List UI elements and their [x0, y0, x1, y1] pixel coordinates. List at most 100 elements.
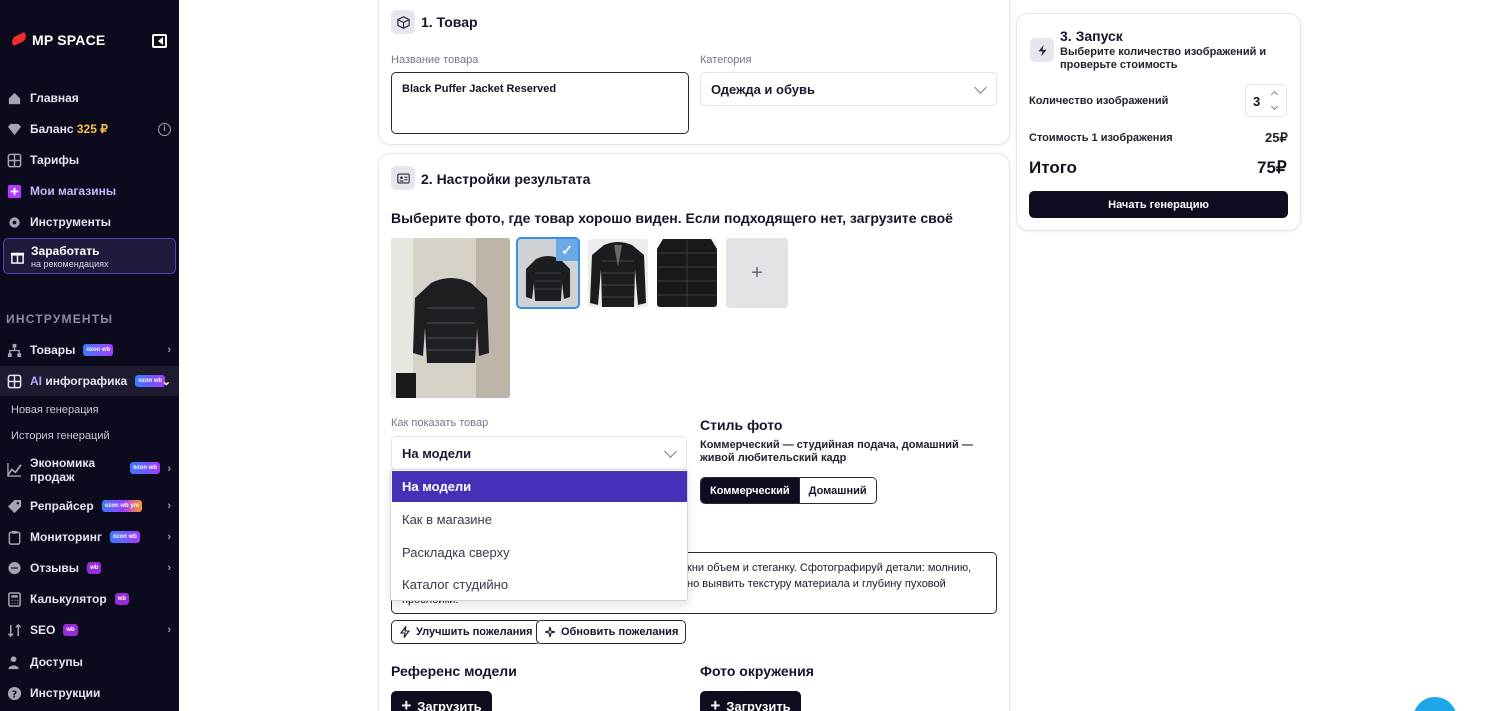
marketplace-badge: ozon wb ym [101, 500, 143, 512]
product-name-field[interactable]: Black Puffer Jacket Reserved [391, 72, 689, 134]
dropdown-option[interactable]: Раскладка сверху [392, 537, 687, 568]
sidebar-subitem-history[interactable]: История генераций [11, 430, 110, 442]
plus-icon: + [710, 696, 721, 711]
result-card-title: 2. Настройки результата [421, 171, 591, 187]
launch-card-title: 3. Запуск [1060, 28, 1123, 44]
sidebar-item-my-stores[interactable]: Мои магазины [7, 181, 175, 201]
sidebar-item-label: Доступы [30, 655, 83, 669]
earn-recommendations-button[interactable]: Заработать на рекомендациях [3, 238, 176, 274]
show-mode-dropdown: На модели Как в магазине Раскладка сверх… [390, 469, 688, 601]
sidebar-item-instructions[interactable]: ? Инструкции [7, 683, 175, 703]
upload-model-button[interactable]: + Загрузить [391, 691, 492, 711]
launch-subtitle: Выберите количество изображений и провер… [1060, 46, 1267, 71]
logo[interactable]: MP SPACE [9, 32, 105, 48]
qty-stepper[interactable]: 3 [1245, 84, 1287, 117]
improve-wishes-button[interactable]: Улучшить пожелания [391, 620, 541, 644]
sidebar-item-tools[interactable]: Инструменты [7, 212, 175, 232]
diamond-icon [7, 122, 22, 137]
home-icon [7, 91, 22, 106]
sidebar-subitem-new-generation[interactable]: Новая генерация [11, 404, 99, 416]
photo-image [657, 239, 717, 307]
support-chat-button[interactable] [1413, 697, 1457, 711]
sidebar-item-economy[interactable]: Экономика продаж ozon wb › [7, 456, 175, 486]
sidebar-item-label: Баланс 325 ₽ [30, 122, 108, 136]
product-photo-2[interactable]: ✓ [516, 237, 580, 309]
product-card-title: 1. Товар [421, 14, 478, 30]
chevron-right-icon: › [167, 531, 171, 543]
sidebar-item-label: Товары [30, 343, 76, 357]
dropdown-option[interactable]: Как в магазине [392, 504, 687, 535]
sidebar-item-balance[interactable]: Баланс 325 ₽ i [7, 119, 175, 139]
chevron-down-icon[interactable] [1270, 102, 1279, 111]
show-mode-select[interactable]: На модели [391, 436, 687, 470]
style-commercial-button[interactable]: Коммерческий [701, 478, 799, 503]
collapse-sidebar-icon[interactable] [152, 34, 167, 48]
wishes-text-line: но выявить текстуру материала и глубину … [687, 578, 946, 590]
category-value: Одежда и обувь [711, 81, 816, 97]
product-photo-1[interactable] [391, 238, 510, 398]
refresh-wishes-button[interactable]: Обновить пожелания [536, 620, 687, 644]
sidebar-item-calculator[interactable]: Калькулятор wb [7, 589, 175, 609]
sidebar-item-label: Мониторинг [30, 530, 102, 544]
grid-icon [7, 153, 22, 168]
sidebar-item-label: Калькулятор [30, 592, 107, 606]
sidebar-item-reviews[interactable]: Отзывы wb › [7, 558, 175, 578]
plus-icon: + [401, 696, 412, 711]
dropdown-option[interactable]: Каталог студийно [392, 569, 687, 600]
style-home-button[interactable]: Домашний [798, 478, 876, 503]
rocket-logo-icon [9, 32, 29, 48]
product-name-label: Название товара [391, 54, 479, 66]
product-photo-4[interactable] [657, 239, 717, 307]
lightning-icon [1030, 38, 1054, 62]
marketplace-badge: ozon wb [109, 531, 140, 543]
sidebar-item-ai-infographics[interactable]: AI инфографика ozon wb ⌄ [7, 371, 175, 391]
chevron-right-icon: › [167, 463, 171, 475]
sidebar-item-seo[interactable]: SEO wb › [7, 620, 175, 640]
product-card: 1. Товар Название товара Black Puffer Ja… [378, 0, 1010, 145]
wishes-text-line: кни объем и стеганку. Сфотографируй дета… [687, 562, 972, 574]
product-photo-3[interactable] [588, 239, 648, 307]
sidebar-item-label: Мои магазины [30, 184, 117, 198]
chevron-down-icon [664, 445, 677, 458]
show-mode-label: Как показать товар [391, 417, 489, 429]
marketplace-badge: wb [63, 624, 78, 636]
upload-environment-button[interactable]: + Загрузить [700, 691, 801, 711]
photo-image [588, 239, 648, 307]
sidebar-item-access[interactable]: Доступы [7, 652, 175, 672]
selected-check-icon: ✓ [556, 239, 578, 261]
sidebar-item-monitoring[interactable]: Мониторинг ozon wb › [7, 527, 175, 547]
photo-style-toggle: Коммерческий Домашний [700, 477, 877, 504]
sidebar-item-products[interactable]: Товары ozon wb › [7, 340, 175, 360]
sidebar-item-label: Главная [30, 91, 79, 105]
sidebar-item-label: AI инфографика [30, 374, 128, 388]
section-title-tools: ИНСТРУМЕНТЫ [6, 312, 114, 326]
sidebar: MP SPACE Главная Баланс 325 ₽ i Тарифы М… [0, 0, 179, 711]
sidebar-item-label: Тарифы [30, 153, 80, 167]
sidebar-item-label: Отзывы [30, 561, 80, 575]
sidebar-item-tariffs[interactable]: Тарифы [7, 150, 175, 170]
info-icon[interactable]: i [158, 122, 171, 136]
button-label: Загрузить [417, 698, 482, 711]
hierarchy-icon [7, 343, 22, 358]
sidebar-item-repricer[interactable]: Репрайсер ozon wb ym › [7, 496, 175, 516]
sidebar-item-label: Инструкции [30, 686, 101, 700]
chevron-up-icon[interactable] [1270, 90, 1279, 99]
question-icon: ? [7, 686, 22, 701]
category-select[interactable]: Одежда и обувь [700, 72, 997, 106]
total-label: Итого [1029, 158, 1077, 177]
grid-icon [7, 374, 22, 389]
dropdown-option[interactable]: На модели [392, 471, 687, 502]
total-value: 75₽ [1257, 158, 1287, 177]
marketplace-badge: ozon wb [83, 344, 114, 356]
chevron-right-icon: › [167, 344, 171, 356]
add-photo-button[interactable]: + [726, 238, 788, 308]
earn-title: Заработать [31, 244, 100, 258]
qty-label: Количество изображений [1029, 95, 1169, 107]
sort-arrows-icon [7, 623, 22, 638]
start-generation-button[interactable]: Начать генерацию [1029, 191, 1288, 218]
photo-style-description: Коммерческий — студийная подача, домашни… [700, 439, 973, 464]
model-reference-title: Референс модели [391, 663, 517, 679]
sidebar-item-home[interactable]: Главная [7, 88, 175, 108]
logo-text: MP SPACE [32, 32, 106, 48]
environment-photo-title: Фото окружения [700, 663, 814, 679]
